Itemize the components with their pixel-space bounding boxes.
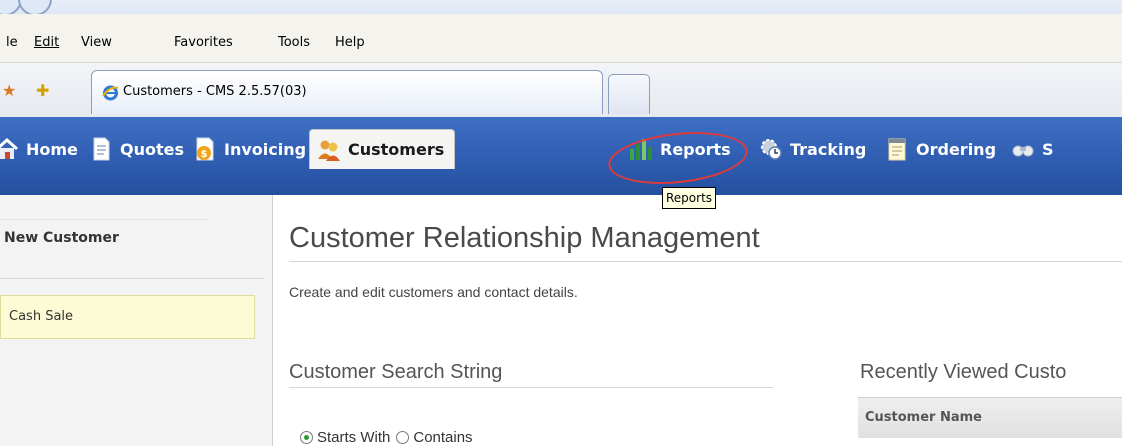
nav-search-label: S (1042, 139, 1054, 159)
nav-quotes[interactable]: Quotes (88, 133, 184, 165)
nav-search[interactable]: S (1010, 133, 1054, 165)
starts-with-radio[interactable] (300, 431, 313, 444)
nav-home-label: Home (26, 139, 78, 159)
menu-help[interactable]: Help (335, 35, 365, 50)
menu-edit[interactable]: Edit (34, 35, 59, 50)
ie-logo-icon (102, 85, 119, 101)
contains-radio[interactable] (396, 431, 410, 444)
home-icon (0, 137, 19, 159)
invoice-icon: $ (196, 137, 214, 161)
nav-ordering[interactable]: Ordering (884, 133, 996, 165)
search-section-divider (289, 387, 773, 388)
cash-sale-item[interactable]: Cash Sale (0, 295, 255, 339)
search-mode-options: Starts With Contains (300, 429, 473, 446)
people-icon (318, 140, 340, 161)
browser-tab-bar: ★ ✚ Customers - CMS 2.5.57(03) (0, 63, 1122, 118)
sidebar-divider (0, 278, 264, 279)
menu-bar: le Edit View Favorites Tools Help (0, 14, 1122, 63)
menu-file[interactable]: le (6, 35, 18, 50)
reports-tooltip: Reports (662, 187, 717, 209)
app-navigation-bar: Home Quotes $ Invoicing Customers Report… (0, 117, 1122, 195)
menu-tools[interactable]: Tools (278, 35, 310, 50)
tab-title: Customers - CMS 2.5.57(03) (123, 84, 307, 99)
customer-name-column-header[interactable]: Customer Name (865, 410, 982, 425)
tab-customers[interactable]: Customers - CMS 2.5.57(03) (91, 70, 603, 114)
binoculars-icon (1012, 145, 1034, 157)
sidebar: New Customer Cash Sale (0, 195, 273, 446)
page-subtitle: Create and edit customers and contact de… (289, 284, 578, 300)
document-icon (93, 137, 110, 161)
new-customer-link[interactable]: New Customer (0, 219, 209, 256)
title-divider (289, 261, 1122, 262)
gear-clock-icon (761, 139, 782, 160)
nav-customers-label: Customers (348, 140, 445, 159)
nav-invoicing-label: Invoicing (224, 139, 307, 159)
menu-edit-label: Edit (34, 35, 60, 50)
contains-label[interactable]: Contains (413, 429, 472, 446)
search-section-heading: Customer Search String (289, 361, 503, 383)
recently-viewed-heading: Recently Viewed Custo (860, 361, 1067, 383)
menu-favorites[interactable]: Favorites (174, 35, 233, 50)
menu-view[interactable]: View (81, 35, 112, 50)
starts-with-label[interactable]: Starts With (317, 429, 390, 446)
notepad-icon (888, 138, 906, 161)
nav-ordering-label: Ordering (916, 139, 997, 159)
nav-reports[interactable]: Reports (628, 133, 731, 165)
nav-tracking-label: Tracking (790, 139, 867, 159)
nav-invoicing[interactable]: $ Invoicing (192, 133, 306, 165)
nav-home[interactable]: Home (0, 133, 78, 165)
favorites-center-icon[interactable]: ★ (2, 83, 16, 99)
svg-text:$: $ (201, 149, 208, 160)
add-favorites-icon[interactable]: ✚ (36, 83, 49, 99)
nav-customers[interactable]: Customers (309, 129, 456, 169)
page-title: Customer Relationship Management (289, 222, 760, 254)
window-title-bar (0, 0, 1122, 16)
recent-customers-table-header: Customer Name (858, 397, 1122, 438)
nav-tracking[interactable]: Tracking (758, 133, 866, 165)
nav-quotes-label: Quotes (120, 139, 185, 159)
nav-reports-label: Reports (660, 139, 731, 159)
new-tab-button[interactable] (608, 74, 650, 114)
bar-chart-icon (630, 139, 652, 160)
